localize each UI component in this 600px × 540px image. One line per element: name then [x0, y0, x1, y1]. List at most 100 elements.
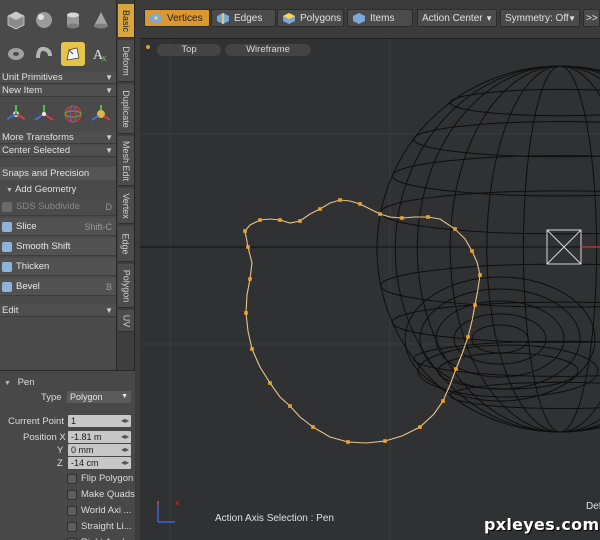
cube-icon[interactable] — [4, 8, 28, 32]
pen-vertex[interactable] — [478, 273, 482, 277]
tool-button-bevel[interactable]: Bevel B — [0, 278, 116, 296]
new-item-dropdown[interactable]: New Item ▼ — [0, 85, 116, 97]
tab-edge[interactable]: Edge — [118, 226, 134, 262]
pen-vertex[interactable] — [466, 335, 470, 339]
position-y-value: 0 mm — [71, 445, 94, 455]
pen-vertex[interactable] — [268, 381, 272, 385]
pen-vertex[interactable] — [454, 367, 458, 371]
toolbar-overflow-button[interactable]: >> — [583, 9, 600, 27]
pen-vertex[interactable] — [473, 303, 477, 307]
tab-mesh-edit[interactable]: Mesh Edit — [118, 136, 134, 186]
position-x-field[interactable]: -1.81 m ◂▸ — [68, 431, 131, 443]
type-label: Type — [41, 392, 62, 403]
pen-vertex[interactable] — [426, 215, 430, 219]
tab-deform[interactable]: Deform — [118, 40, 134, 82]
pen-vertex[interactable] — [243, 229, 247, 233]
tool-button-slice[interactable]: Slice Shift-C — [0, 218, 116, 236]
pen-vertex[interactable] — [400, 216, 404, 220]
action-center-dropdown[interactable]: Action Center ▼ — [417, 9, 497, 27]
vertices-mode-button[interactable]: Vertices — [144, 9, 210, 27]
checkbox-world-axi[interactable] — [67, 506, 77, 516]
current-point-field[interactable]: 1 ◂▸ — [68, 415, 131, 427]
shading-mode-button[interactable]: Wireframe — [225, 44, 311, 56]
axis-icon[interactable] — [32, 102, 56, 126]
pen-vertex[interactable] — [318, 207, 322, 211]
position-x-label: Position X — [23, 432, 66, 443]
tab-polygon[interactable]: Polygon — [118, 264, 134, 308]
pen-vertex[interactable] — [441, 399, 445, 403]
stepper-icon[interactable]: ◂▸ — [121, 431, 129, 443]
edit-dropdown[interactable]: Edit ▼ — [0, 304, 116, 317]
pen-vertex[interactable] — [258, 218, 262, 222]
pen-vertex[interactable] — [338, 198, 342, 202]
add-geometry-header[interactable]: ▼ Add Geometry — [0, 183, 116, 196]
pen-vertex[interactable] — [246, 245, 250, 249]
checkbox-label: World Axi ... — [81, 505, 132, 516]
chevron-down-icon: ▼ — [105, 86, 113, 95]
tube-icon[interactable] — [32, 42, 56, 66]
stepper-icon[interactable]: ◂▸ — [121, 444, 129, 456]
tool-label: Smooth Shift — [16, 241, 71, 252]
pen-vertex[interactable] — [311, 425, 315, 429]
snaps-precision-button[interactable]: Snaps and Precision — [0, 167, 116, 180]
pen-curve[interactable] — [244, 199, 481, 444]
current-point-value: 1 — [71, 416, 77, 426]
pen-vertex[interactable] — [418, 425, 422, 429]
primitives-dropdown[interactable]: Unit Primitives ▼ — [0, 72, 116, 84]
tool-button-smooth-shift[interactable]: Smooth Shift — [0, 238, 116, 256]
stepper-icon[interactable]: ◂▸ — [121, 415, 129, 427]
tab-vertex[interactable]: Vertex — [118, 188, 134, 224]
cylinder-icon[interactable] — [61, 8, 85, 32]
pen-vertex[interactable] — [358, 202, 362, 206]
type-select[interactable]: Polygon ▼ — [67, 391, 131, 403]
pen-vertex[interactable] — [383, 439, 387, 443]
pen-vertex[interactable] — [378, 212, 382, 216]
tab-basic[interactable]: Basic — [118, 4, 134, 38]
symmetry-dropdown[interactable]: Symmetry: Off ▼ — [500, 9, 580, 27]
viewport-canvas[interactable]: × — [140, 39, 600, 540]
chevron-down-icon: ▼ — [568, 14, 576, 23]
items-mode-button[interactable]: Items — [347, 9, 413, 27]
chevron-down-icon: ▼ — [105, 146, 113, 155]
position-z-field[interactable]: -14 cm ◂▸ — [68, 457, 131, 469]
flex-icon[interactable] — [89, 102, 113, 126]
symmetry-label: Symmetry: Off — [505, 13, 569, 24]
tool-button-thicken[interactable]: Thicken — [0, 258, 116, 276]
pen-vertex[interactable] — [244, 311, 248, 315]
tab-duplicate[interactable]: Duplicate — [118, 84, 134, 134]
view-type-button[interactable]: Top — [157, 44, 221, 56]
pen-vertex[interactable] — [470, 249, 474, 253]
svg-text:×: × — [175, 499, 180, 508]
center-selected-dropdown[interactable]: Center Selected ▼ — [0, 145, 116, 157]
default-label: Def — [586, 501, 600, 512]
transform-icon[interactable] — [4, 102, 28, 126]
cone-icon[interactable] — [89, 8, 113, 32]
pen-vertex[interactable] — [298, 219, 302, 223]
tab-uv[interactable]: UV — [118, 310, 134, 332]
pen-vertex[interactable] — [278, 218, 282, 222]
pen-vertex[interactable] — [250, 347, 254, 351]
action-axis-status: Action Axis Selection : Pen — [215, 513, 334, 524]
polygons-mode-button[interactable]: Polygons — [277, 9, 344, 27]
sphere-icon[interactable] — [32, 8, 56, 32]
edges-mode-button[interactable]: Edges — [211, 9, 276, 27]
pen-icon[interactable] — [60, 42, 85, 66]
checkbox-flip-polygon[interactable] — [67, 474, 77, 484]
torus-icon[interactable] — [4, 42, 28, 66]
stepper-icon[interactable]: ◂▸ — [121, 457, 129, 469]
checkbox-straight-li[interactable] — [67, 522, 77, 532]
text-icon[interactable]: Ax — [89, 42, 113, 66]
tool-button-sds-subdivide[interactable]: SDS Subdivide D — [0, 198, 116, 216]
pen-vertex[interactable] — [346, 440, 350, 444]
position-y-field[interactable]: 0 mm ◂▸ — [68, 444, 131, 456]
more-transforms-dropdown[interactable]: More Transforms ▼ — [0, 132, 116, 144]
viewport-menu-dot-icon[interactable] — [146, 45, 150, 49]
pen-vertex[interactable] — [453, 227, 457, 231]
sphere-transform-icon[interactable] — [61, 102, 85, 126]
smooth-shift-icon — [2, 242, 12, 252]
properties-title: Pen — [17, 377, 35, 388]
checkbox-make-quads[interactable] — [67, 490, 77, 500]
pen-vertex[interactable] — [248, 277, 252, 281]
pen-vertex[interactable] — [288, 404, 292, 408]
3d-viewport[interactable]: × Top Wireframe Action Axis Selection : … — [140, 38, 600, 540]
